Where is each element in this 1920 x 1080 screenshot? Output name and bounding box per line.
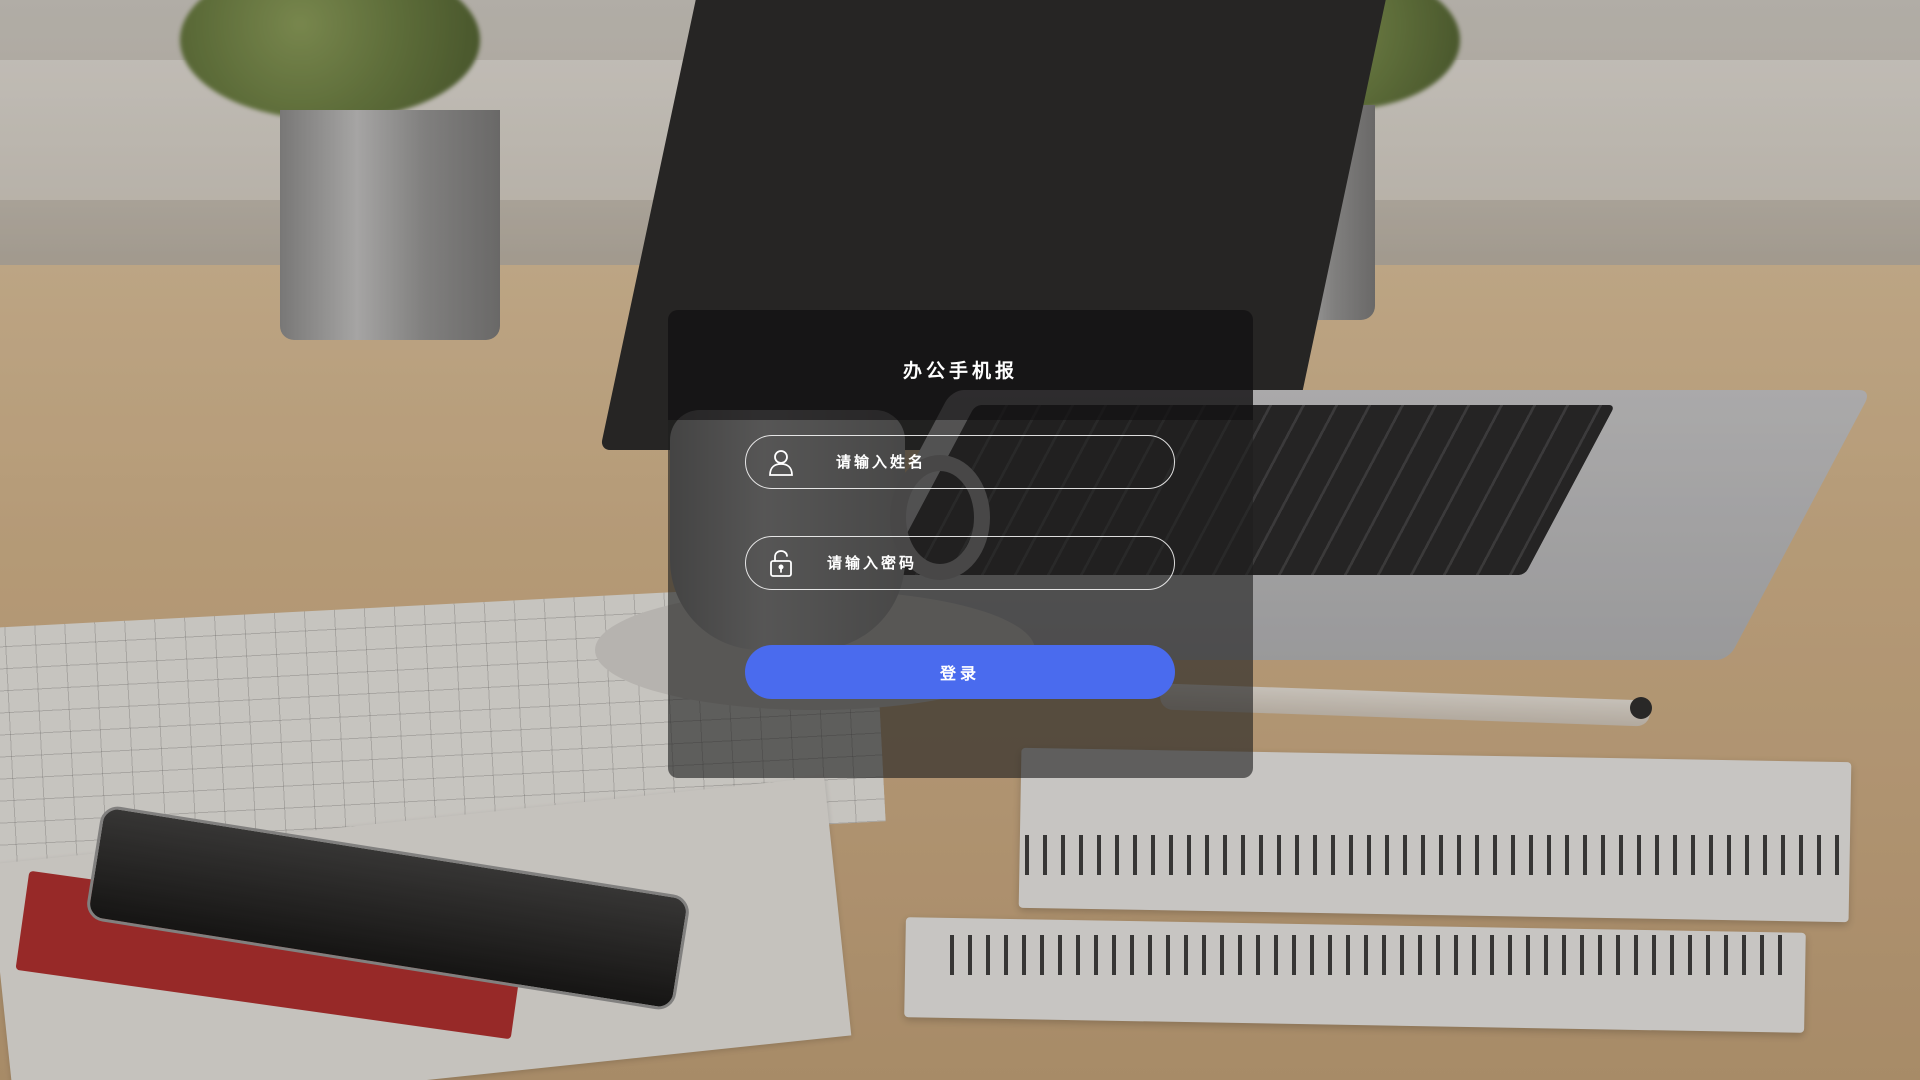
username-input[interactable] <box>746 436 1178 490</box>
login-page: 办公手机报 请输入姓名 请输入密码 登录 <box>0 0 1920 1080</box>
app-title: 办公手机报 <box>902 360 1018 382</box>
username-field[interactable]: 请输入姓名 <box>745 435 1178 490</box>
login-button[interactable]: 登录 <box>745 645 1175 699</box>
password-input[interactable] <box>746 537 1178 591</box>
password-field[interactable]: 请输入密码 <box>745 536 1178 591</box>
login-panel: 办公手机报 请输入姓名 请输入密码 登录 <box>668 310 1253 778</box>
